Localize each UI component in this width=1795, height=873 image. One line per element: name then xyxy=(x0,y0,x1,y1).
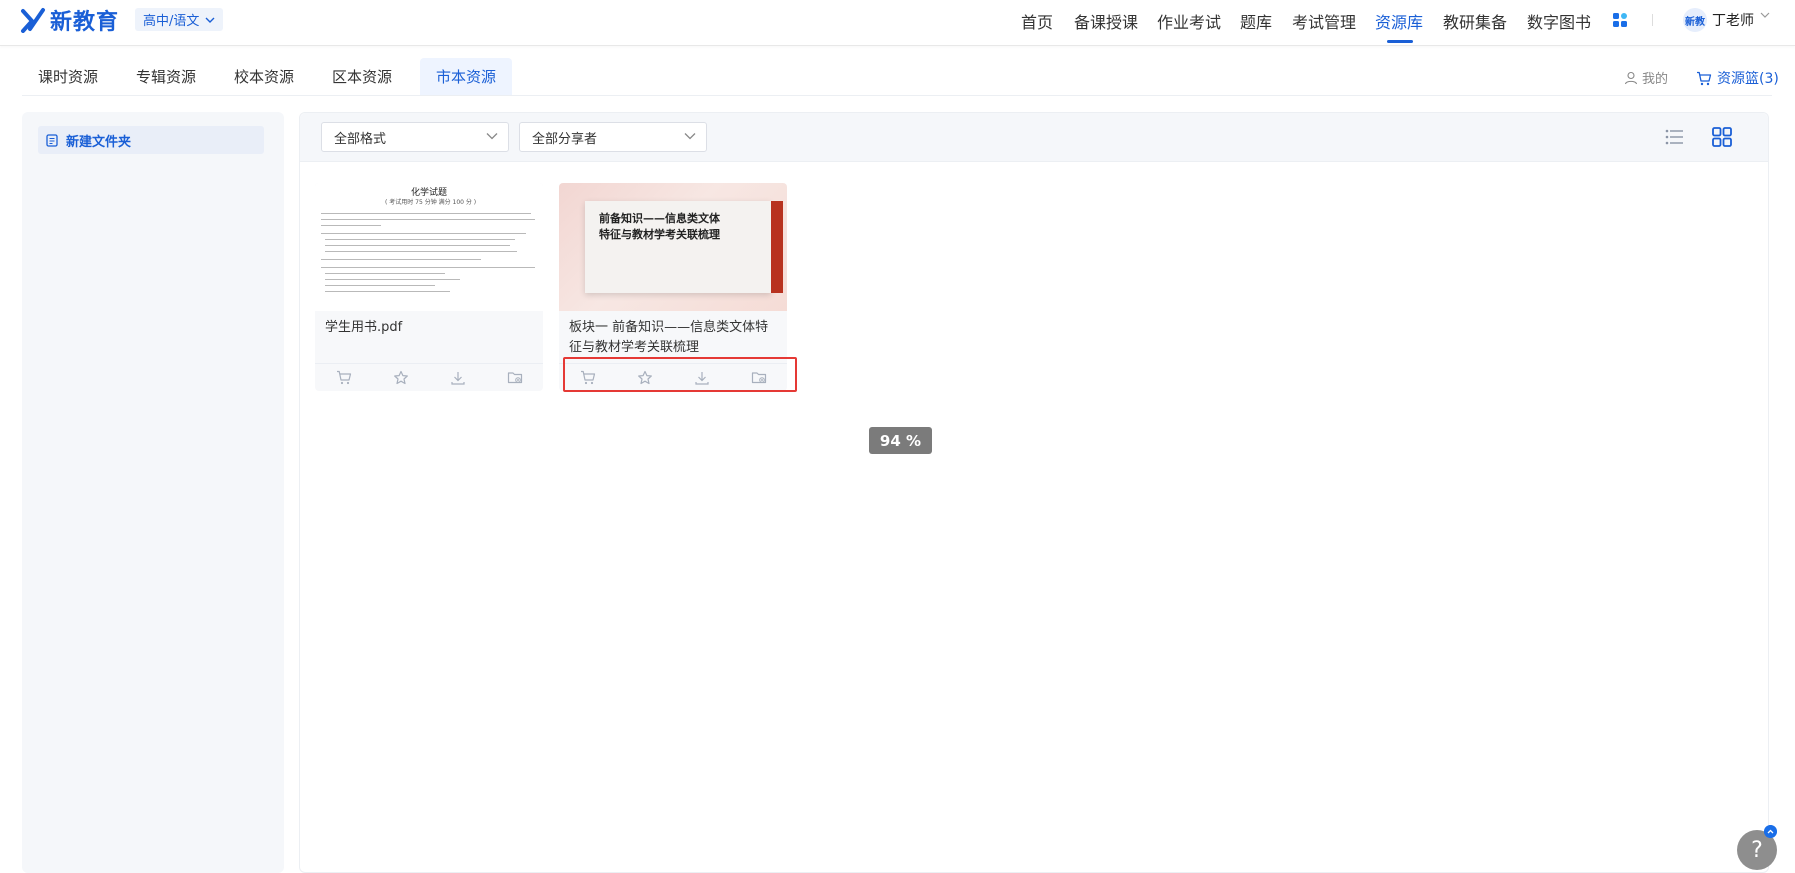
tabs-divider xyxy=(22,95,1772,96)
resource-card[interactable]: 化学试题 ( 考试用时 75 分钟 满分 100 分 ) 学生用书.pdf xyxy=(315,183,543,391)
logo-icon xyxy=(21,8,45,33)
avatar[interactable]: 新教 xyxy=(1683,8,1707,32)
nav-resource-library[interactable]: 资源库 xyxy=(1375,9,1423,33)
nav-home[interactable]: 首页 xyxy=(1021,9,1053,33)
card-title[interactable]: 学生用书.pdf xyxy=(325,318,535,338)
my-label: 我的 xyxy=(1642,72,1669,87)
chevron-up-icon[interactable] xyxy=(1764,825,1777,838)
grade-subject-selector[interactable]: 高中/语文 xyxy=(135,8,224,31)
resource-main-panel: 全部格式 全部分享者 化学试题 ( 考试用时 75 分钟 满分 100 分 ) xyxy=(299,112,1769,873)
tab-lesson-resources[interactable]: 课时资源 xyxy=(22,58,114,96)
folder-sidebar: 新建文件夹 xyxy=(22,112,284,873)
tab-district-resources[interactable]: 区本资源 xyxy=(316,58,408,96)
star-icon[interactable] xyxy=(392,369,410,387)
nav-question-bank[interactable]: 题库 xyxy=(1240,9,1272,33)
header-divider xyxy=(1652,14,1653,26)
brand-name: 新教育 xyxy=(50,10,120,35)
user-icon xyxy=(1624,71,1638,84)
sharer-filter-value: 全部分享者 xyxy=(532,131,598,147)
list-view-icon[interactable] xyxy=(1664,127,1684,147)
filter-bar: 全部格式 全部分享者 xyxy=(300,113,1768,162)
nav-teaching-research[interactable]: 教研集备 xyxy=(1443,9,1507,33)
active-nav-indicator xyxy=(1387,40,1413,43)
chevron-down-icon xyxy=(205,17,215,23)
highlight-box xyxy=(563,357,797,392)
nav-lesson-prep[interactable]: 备课授课 xyxy=(1074,9,1138,33)
cart-icon[interactable] xyxy=(335,369,353,387)
thumbnail-subtitle: ( 考试用时 75 分钟 满分 100 分 ) xyxy=(385,199,477,206)
card-title[interactable]: 板块一 前备知识——信息类文体特征与教材学考关联梳理 xyxy=(569,318,779,358)
resource-basket-link[interactable]: 资源篮(3) xyxy=(1696,68,1779,88)
top-navigation-bar: 新教育 高中/语文 首页 备课授课 作业考试 题库 考试管理 资源库 教研集备 … xyxy=(0,0,1795,46)
download-icon[interactable] xyxy=(449,369,467,387)
tab-album-resources[interactable]: 专辑资源 xyxy=(120,58,212,96)
grid-view-icon[interactable] xyxy=(1712,127,1732,147)
basket-label: 资源篮(3) xyxy=(1717,71,1779,87)
user-name[interactable]: 丁老师 xyxy=(1712,10,1754,30)
nav-digital-books[interactable]: 数字图书 xyxy=(1527,9,1591,33)
apps-grid-icon[interactable] xyxy=(1612,12,1628,28)
pdf-thumbnail[interactable]: 化学试题 ( 考试用时 75 分钟 满分 100 分 ) xyxy=(315,183,543,311)
tab-school-resources[interactable]: 校本资源 xyxy=(218,58,310,96)
chevron-down-icon xyxy=(486,133,498,140)
tab-city-resources[interactable]: 市本资源 xyxy=(420,58,513,96)
zoom-level-badge: 94 % xyxy=(869,427,932,454)
cart-icon xyxy=(1697,71,1712,85)
grade-subject-label: 高中/语文 xyxy=(143,14,200,29)
sharer-filter-select[interactable]: 全部分享者 xyxy=(519,122,707,152)
document-icon xyxy=(46,133,58,147)
thumbnail-text: 前备知识——信息类文体 特征与教材学考关联梳理 xyxy=(599,211,769,243)
thumbnail-strip xyxy=(771,201,783,293)
format-filter-value: 全部格式 xyxy=(334,131,387,147)
nav-exam-management[interactable]: 考试管理 xyxy=(1292,9,1356,33)
card-actions xyxy=(315,363,543,391)
format-filter-select[interactable]: 全部格式 xyxy=(321,122,509,152)
thumbnail-text-line: 前备知识——信息类文体 xyxy=(599,212,720,225)
my-resources-link[interactable]: 我的 xyxy=(1624,68,1668,87)
chevron-down-icon[interactable] xyxy=(1760,12,1770,18)
folder-add-icon[interactable] xyxy=(506,369,524,387)
chevron-down-icon xyxy=(684,133,696,140)
ppt-thumbnail[interactable]: 前备知识——信息类文体 特征与教材学考关联梳理 xyxy=(559,183,787,311)
thumbnail-text-line: 特征与教材学考关联梳理 xyxy=(599,228,720,241)
new-folder-button[interactable]: 新建文件夹 xyxy=(38,126,264,154)
nav-homework-exam[interactable]: 作业考试 xyxy=(1157,9,1221,33)
brand-logo[interactable]: 新教育 xyxy=(20,4,119,36)
new-folder-label: 新建文件夹 xyxy=(66,134,132,150)
